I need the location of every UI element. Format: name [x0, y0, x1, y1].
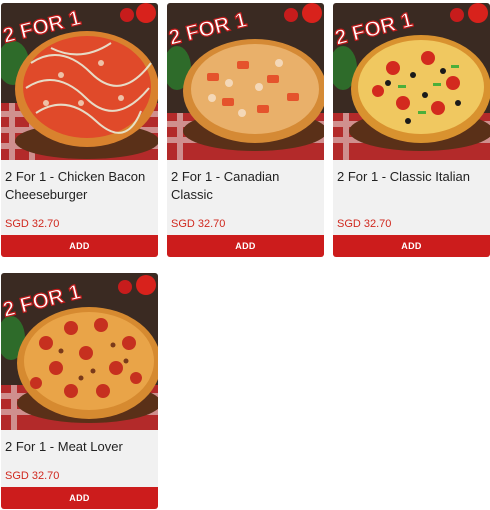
chicken-bacon-cheeseburger-pizza-image[interactable]: 2 FOR 1 [1, 3, 158, 160]
product-price: SGD 32.70 [337, 218, 392, 230]
meat-lover-pizza-image[interactable]: 2 FOR 1 [1, 273, 158, 430]
product-card[interactable]: 2 FOR 1 2 For 1 - Meat Lover SGD 32.70 A… [1, 273, 158, 509]
product-card[interactable]: 2 FOR 1 2 For 1 - Canadian Classic SGD 3… [167, 3, 324, 257]
add-to-cart-button[interactable]: ADD [1, 235, 158, 257]
product-title[interactable]: 2 For 1 - Meat Lover [5, 438, 155, 456]
product-title[interactable]: 2 For 1 - Canadian Classic [171, 168, 321, 204]
add-to-cart-button[interactable]: ADD [1, 487, 158, 509]
product-title[interactable]: 2 For 1 - Classic Italian [337, 168, 487, 186]
product-title[interactable]: 2 For 1 - Chicken Bacon Cheeseburger [5, 168, 155, 204]
product-card[interactable]: 2 FOR 1 2 For 1 - Chicken Bacon Cheesebu… [1, 3, 158, 257]
product-price: SGD 32.70 [171, 218, 226, 230]
product-price: SGD 32.70 [5, 218, 60, 230]
classic-italian-pizza-image[interactable]: 2 FOR 1 [333, 3, 490, 160]
product-price: SGD 32.70 [5, 470, 60, 482]
canadian-classic-pizza-image[interactable]: 2 FOR 1 [167, 3, 324, 160]
product-card[interactable]: 2 FOR 1 2 For 1 - Classic Italian SGD 32… [333, 3, 490, 257]
add-to-cart-button[interactable]: ADD [333, 235, 490, 257]
add-to-cart-button[interactable]: ADD [167, 235, 324, 257]
